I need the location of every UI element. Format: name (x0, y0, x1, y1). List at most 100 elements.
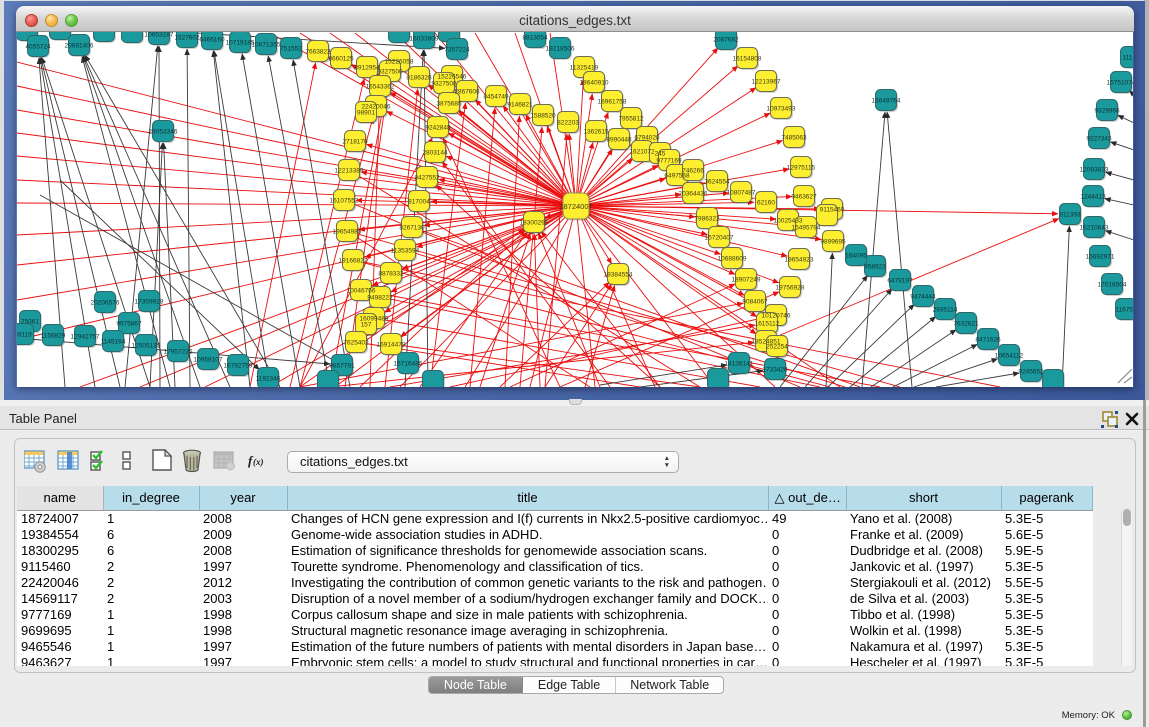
svg-text:9245652: 9245652 (1018, 369, 1044, 376)
svg-text:11353594: 11353594 (391, 248, 420, 255)
svg-text:9227343: 9227343 (1086, 136, 1112, 143)
svg-text:10654112: 10654112 (995, 353, 1024, 360)
svg-text:9474444: 9474444 (910, 294, 936, 301)
svg-text:3624554: 3624554 (704, 179, 730, 186)
svg-text:9975867: 9975867 (116, 321, 142, 328)
svg-text:10719185: 10719185 (226, 40, 255, 47)
svg-text:39119: 39119 (17, 332, 32, 339)
svg-text:19654923: 19654923 (785, 257, 814, 264)
svg-text:7663822: 7663822 (305, 49, 331, 56)
svg-text:15751074: 15751074 (1107, 80, 1133, 87)
svg-text:15495794: 15495794 (792, 225, 821, 232)
svg-text:16961758: 16961758 (598, 99, 627, 106)
svg-text:19756928: 19756928 (776, 285, 805, 292)
svg-text:15692971: 15692971 (1086, 254, 1115, 261)
svg-text:911393: 911393 (1059, 212, 1081, 219)
svg-text:10671355: 10671355 (252, 42, 281, 49)
svg-text:1156829: 1156829 (41, 333, 66, 340)
svg-text:75061: 75061 (21, 319, 39, 326)
svg-text:9899695: 9899695 (820, 239, 846, 246)
svg-text:8471626: 8471626 (975, 337, 1001, 344)
svg-text:10046756: 10046756 (347, 288, 376, 295)
svg-text:1145194: 1145194 (101, 339, 126, 346)
svg-text:8267130: 8267130 (399, 225, 425, 232)
svg-text:8186328: 8186328 (406, 75, 432, 82)
svg-text:16914479: 16914479 (377, 342, 406, 349)
svg-text:7632621: 7632621 (953, 321, 979, 328)
svg-text:252254: 252254 (766, 344, 788, 351)
svg-text:18724007: 18724007 (559, 202, 592, 211)
svg-text:15716485: 15716485 (394, 361, 423, 368)
svg-text:19218506: 19218506 (546, 46, 575, 53)
svg-text:11325419: 11325419 (570, 65, 599, 72)
svg-text:18907249: 18907249 (732, 277, 761, 284)
svg-text:18640910: 18640910 (580, 80, 609, 87)
svg-text:15226058: 15226058 (385, 59, 414, 66)
svg-text:17957225: 17957225 (164, 349, 193, 356)
svg-text:245: 245 (655, 151, 666, 158)
svg-text:2087682: 2087682 (713, 37, 739, 44)
svg-text:16107552: 16107552 (330, 198, 359, 205)
svg-text:20364436: 20364436 (679, 191, 708, 198)
svg-text:6466160: 6466160 (199, 37, 225, 44)
svg-text:10120746: 10120746 (762, 313, 791, 320)
svg-text:1621072: 1621072 (629, 149, 655, 156)
svg-text:16154808: 16154808 (733, 56, 762, 63)
svg-text:8990448: 8990448 (606, 137, 632, 144)
svg-text:17359928: 17359928 (135, 299, 164, 306)
svg-text:9146821: 9146821 (507, 102, 533, 109)
svg-text:16543362: 16543362 (366, 84, 395, 91)
svg-text:15720407: 15720407 (705, 235, 734, 242)
svg-text:9327508: 9327508 (431, 81, 457, 88)
svg-text:12942757: 12942757 (71, 334, 100, 341)
svg-text:164095: 164095 (845, 253, 867, 260)
svg-text:7485063: 7485063 (781, 135, 807, 142)
svg-text:116753: 116753 (1115, 307, 1133, 314)
svg-text:12975115: 12975115 (787, 165, 816, 172)
svg-text:746266: 746266 (682, 168, 704, 175)
svg-text:12213389: 12213389 (335, 168, 364, 175)
svg-text:8912954: 8912954 (354, 65, 380, 72)
svg-text:18300295: 18300295 (520, 220, 549, 227)
svg-text:16210643: 16210643 (1080, 225, 1109, 232)
svg-text:20691406: 20691406 (65, 43, 94, 50)
svg-text:(x): (x) (253, 457, 264, 467)
svg-text:16033809: 16033809 (410, 36, 439, 43)
svg-text:16648764: 16648764 (872, 98, 901, 105)
svg-text:1615112: 1615112 (755, 321, 780, 328)
svg-text:817004: 817004 (408, 199, 430, 206)
svg-text:10653287: 10653287 (145, 32, 174, 39)
svg-text:2718170: 2718170 (342, 139, 368, 146)
svg-text:19166827: 19166827 (339, 258, 368, 265)
svg-text:2803144: 2803144 (422, 150, 448, 157)
svg-text:1362615: 1362615 (583, 129, 609, 136)
svg-text:9463627: 9463627 (791, 194, 817, 201)
svg-text:12093823: 12093823 (1080, 167, 1109, 174)
svg-text:1244413: 1244413 (1080, 194, 1106, 201)
svg-text:8660125: 8660125 (328, 56, 354, 63)
svg-text:751552: 751552 (280, 46, 302, 53)
svg-text:19384554: 19384554 (604, 272, 633, 279)
svg-text:15226546: 15226546 (438, 74, 467, 81)
svg-text:8454749: 8454749 (483, 94, 509, 101)
svg-text:6794028: 6794028 (634, 135, 660, 142)
svg-text:822203: 822203 (557, 120, 579, 127)
svg-text:9327500: 9327500 (377, 69, 403, 76)
svg-text:4055724: 4055724 (25, 44, 51, 51)
svg-text:10807487: 10807487 (727, 190, 756, 197)
svg-text:10688609: 10688609 (718, 256, 747, 263)
svg-text:29053346: 29053346 (149, 129, 178, 136)
svg-text:3875685: 3875685 (436, 101, 462, 108)
svg-text:16782759: 16782759 (224, 363, 253, 370)
svg-text:9242848: 9242848 (425, 125, 451, 132)
svg-text:17016504: 17016504 (1098, 282, 1127, 289)
svg-text:958923: 958923 (864, 264, 886, 271)
svg-text:9857791: 9857791 (329, 363, 355, 370)
svg-text:20206576: 20206576 (91, 300, 120, 307)
svg-text:7955812: 7955812 (618, 116, 644, 123)
svg-text:19654985: 19654985 (333, 229, 362, 236)
svg-text:12213967: 12213967 (752, 79, 781, 86)
svg-text:157: 157 (361, 322, 372, 329)
svg-text:9498222: 9498222 (367, 295, 393, 302)
svg-text:11123: 11123 (1122, 55, 1133, 62)
